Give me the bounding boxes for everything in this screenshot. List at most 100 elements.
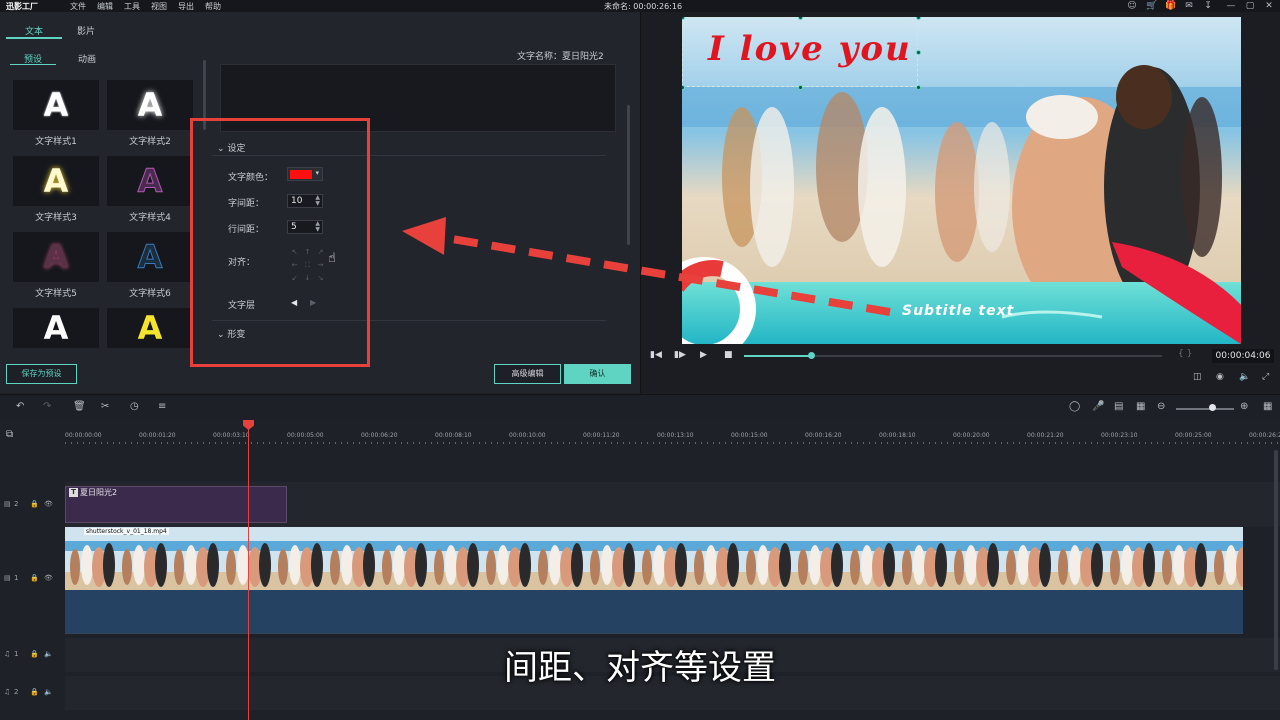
eye-icon[interactable]: 👁 — [44, 500, 53, 508]
marker-icon[interactable]: ◯ — [1069, 401, 1080, 412]
preset-label-6: 文字样式6 — [129, 289, 171, 299]
preset-tile-3[interactable]: A — [13, 156, 99, 206]
video-clip-label: shutterstock_v_01_18.mp4 — [84, 528, 169, 535]
restore-icon[interactable]: ▢ — [1245, 1, 1255, 11]
timeline-toolbar — [0, 394, 1280, 420]
resize-handle[interactable] — [916, 50, 921, 55]
preset-tile-7[interactable]: A — [13, 308, 99, 348]
preset-glyph: A — [137, 238, 163, 277]
ruler-tick-label: 00:00:10:00 — [509, 432, 546, 439]
split-icon[interactable]: ▦ — [1136, 401, 1145, 412]
preset-label-5: 文字样式5 — [35, 289, 77, 299]
subtitle-icon[interactable]: ▤ — [1114, 401, 1123, 412]
panel-toggle-icon[interactable]: ▦ — [1263, 401, 1272, 412]
zoom-in-icon[interactable]: ⊕ — [1240, 401, 1248, 412]
lock-icon[interactable]: 🔒 — [30, 574, 39, 582]
adjust-icon[interactable]: ≡ — [158, 401, 166, 412]
music-note-icon: ♫ — [4, 688, 11, 696]
menu-edit[interactable]: 编辑 — [97, 1, 113, 12]
preset-tile-1[interactable]: A — [13, 80, 99, 130]
video-audio-clip[interactable] — [65, 590, 1243, 634]
preset-tile-5[interactable]: A — [13, 232, 99, 282]
subtab-presets-underline — [10, 64, 56, 65]
menu-tools[interactable]: 工具 — [124, 1, 140, 12]
preset-glyph: A — [137, 309, 163, 347]
lock-icon[interactable]: 🔒 — [30, 500, 39, 508]
display-settings-icon[interactable]: ◫ — [1193, 372, 1202, 382]
ruler-tick-label: 00:00:18:10 — [879, 432, 916, 439]
video-clip[interactable] — [65, 527, 1243, 590]
play-icon[interactable]: ▶ — [700, 350, 707, 360]
minimize-icon[interactable]: — — [1226, 1, 1236, 11]
step-forward-icon[interactable]: ▮▶ — [674, 350, 686, 360]
resize-handle[interactable] — [682, 17, 685, 20]
subtitle-text[interactable]: Subtitle text — [902, 303, 1014, 319]
zoom-slider-track[interactable] — [1176, 408, 1234, 410]
prev-frame-icon[interactable]: ▮◀ — [650, 350, 662, 360]
redo-icon[interactable]: ↷ — [43, 401, 51, 412]
braces-marker[interactable]: { } — [1178, 349, 1192, 359]
gift-icon[interactable]: 🎁 — [1165, 1, 1176, 11]
eye-icon[interactable]: 👁 — [44, 574, 53, 582]
video-track-icon: ▤ — [4, 574, 11, 582]
ruler-tick-label: 00:00:00:00 — [65, 432, 102, 439]
subtab-animation[interactable]: 动画 — [78, 52, 96, 65]
volume-icon[interactable]: 🔈 — [1239, 372, 1250, 382]
preset-tile-4[interactable]: A — [107, 156, 193, 206]
speed-icon[interactable]: ◷ — [130, 401, 139, 412]
menu-view[interactable]: 视图 — [151, 1, 167, 12]
download-icon[interactable]: ↧ — [1203, 1, 1213, 11]
timeline-vertical-scrollbar[interactable] — [1274, 450, 1278, 670]
menu-export[interactable]: 导出 — [178, 1, 194, 12]
ruler-tick-label: 00:00:11:20 — [583, 432, 620, 439]
menu-help[interactable]: 帮助 — [205, 1, 221, 12]
text-selection-box[interactable] — [682, 17, 921, 90]
delete-icon[interactable]: 🗑 — [73, 401, 86, 412]
user-icon[interactable]: ☺ — [1127, 1, 1137, 11]
timecode-display: 00:00:04:06 — [1212, 349, 1274, 363]
app-logo: 迅影工厂 — [6, 2, 38, 11]
preset-label-1: 文字样式1 — [35, 137, 77, 147]
video-caption: 间距、对齐等设置 — [504, 648, 776, 688]
cart-icon[interactable]: 🛒 — [1146, 1, 1157, 11]
track-number: 1 — [14, 574, 19, 582]
menu-file[interactable]: 文件 — [70, 1, 86, 12]
zoom-slider-knob[interactable] — [1208, 404, 1216, 411]
resize-handle[interactable] — [798, 85, 803, 90]
advanced-edit-button[interactable]: 高级编辑 — [494, 364, 561, 384]
ruler-tick-label: 00:00:23:10 — [1101, 432, 1138, 439]
zoom-out-icon[interactable]: ⊖ — [1157, 401, 1165, 412]
stop-icon[interactable]: ■ — [724, 350, 733, 360]
highlight-box — [190, 118, 370, 367]
close-icon[interactable]: ✕ — [1264, 1, 1274, 11]
preset-tile-8[interactable]: A — [107, 308, 193, 348]
resize-handle[interactable] — [798, 17, 803, 20]
playback-scrubber[interactable] — [807, 352, 815, 359]
fullscreen-icon[interactable]: ⤢ — [1262, 372, 1269, 382]
speaker-icon[interactable]: 🔈 — [44, 688, 53, 696]
ruler-tick-label: 00:00:06:20 — [361, 432, 398, 439]
record-voice-icon[interactable]: 🎤 — [1092, 401, 1104, 412]
preset-tile-6[interactable]: A — [107, 232, 193, 282]
preset-label-2: 文字样式2 — [129, 137, 171, 147]
lock-icon[interactable]: 🔒 — [30, 688, 39, 696]
snapshot-icon[interactable]: ◉ — [1216, 372, 1224, 382]
undo-icon[interactable]: ↶ — [16, 401, 24, 412]
preset-tile-2[interactable]: A — [107, 80, 193, 130]
preset-label-4: 文字样式4 — [129, 213, 171, 223]
preset-glyph: A — [137, 162, 163, 201]
tab-text[interactable]: 文本 — [25, 24, 43, 37]
confirm-button[interactable]: 确认 — [564, 364, 631, 384]
add-track-icon[interactable]: ⧉ — [6, 429, 13, 440]
tab-text-underline — [6, 37, 62, 39]
ruler-tick-label: 00:00:08:10 — [435, 432, 472, 439]
mail-icon[interactable]: ✉ — [1184, 1, 1194, 11]
resize-handle[interactable] — [916, 85, 921, 90]
ruler-tick-label: 00:00:21:20 — [1027, 432, 1064, 439]
text-name-label: 文字名称：夏日阳光2 — [517, 52, 604, 62]
save-preset-button[interactable]: 保存为预设 — [6, 364, 77, 384]
cut-icon[interactable]: ✂ — [101, 401, 109, 412]
project-title: 未命名: 00:00:26:16 — [604, 2, 683, 11]
tab-film[interactable]: 影片 — [77, 24, 95, 37]
ruler-tick-label: 00:00:03:10 — [213, 432, 250, 439]
